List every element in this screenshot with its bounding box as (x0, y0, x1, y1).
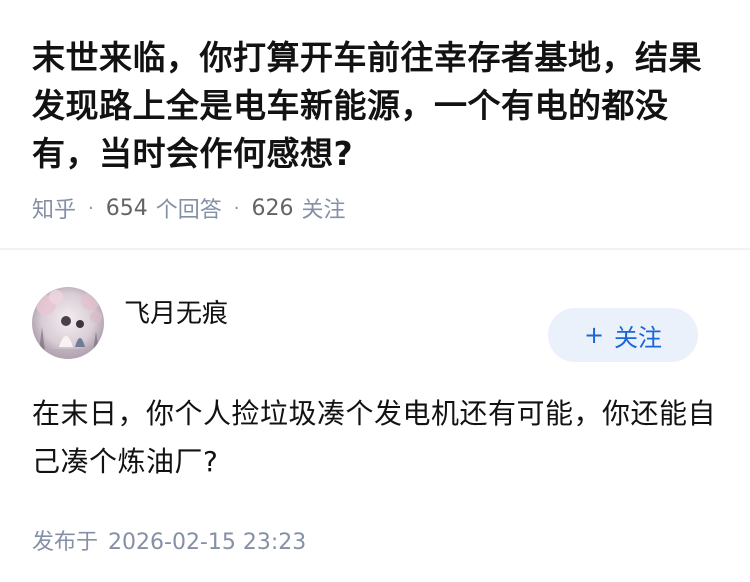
source-label[interactable]: 知乎 (32, 192, 76, 224)
meta-separator: · (88, 197, 94, 219)
avatar[interactable] (32, 287, 104, 359)
publish-label: 发布于 (32, 530, 99, 555)
question-title[interactable]: 末世来临，你打算开车前往幸存者基地，结果发现路上全是电车新能源，一个有电的都没有… (32, 34, 718, 178)
follow-count: 626 (251, 195, 294, 221)
question-meta: 知乎 · 654 个回答 · 626 关注 (32, 192, 718, 224)
plus-icon: + (583, 321, 605, 349)
meta-separator: · (233, 197, 240, 219)
question-header: 末世来临，你打算开车前往幸存者基地，结果发现路上全是电车新能源，一个有电的都没有… (0, 0, 750, 223)
follow-button[interactable]: + 关注 (548, 308, 698, 362)
author-name[interactable]: 飞月无痕 (124, 293, 228, 330)
answers-label[interactable]: 个回答 (156, 192, 222, 224)
answers-count: 654 (105, 195, 148, 221)
answer-card: 飞月无痕 + 关注 在末日，你个人捡垃圾凑个发电机还有可能，你还能自己凑个炼油厂… (0, 250, 750, 556)
publish-date: 2026-02-15 23:23 (108, 530, 307, 555)
answer-content[interactable]: 在末日，你个人捡垃圾凑个发电机还有可能，你还能自己凑个炼油厂? (32, 390, 718, 486)
author-row: 飞月无痕 + 关注 (32, 280, 718, 362)
follow-button-label: 关注 (614, 323, 663, 352)
publish-info: 发布于 2026-02-15 23:23 (32, 524, 718, 556)
follow-label[interactable]: 关注 (302, 192, 346, 224)
